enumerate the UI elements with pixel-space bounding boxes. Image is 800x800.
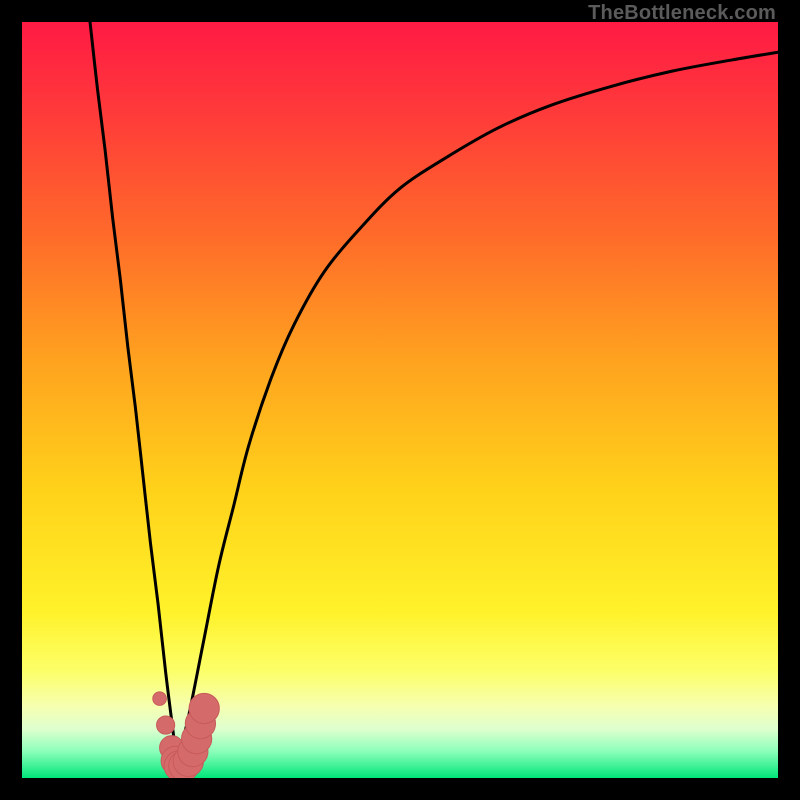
marker-dot [189, 693, 219, 723]
chart-frame [22, 22, 778, 778]
marker-dot [157, 716, 175, 734]
chart-svg [22, 22, 778, 778]
watermark-text: TheBottleneck.com [588, 2, 776, 25]
marker-dot [153, 692, 167, 706]
